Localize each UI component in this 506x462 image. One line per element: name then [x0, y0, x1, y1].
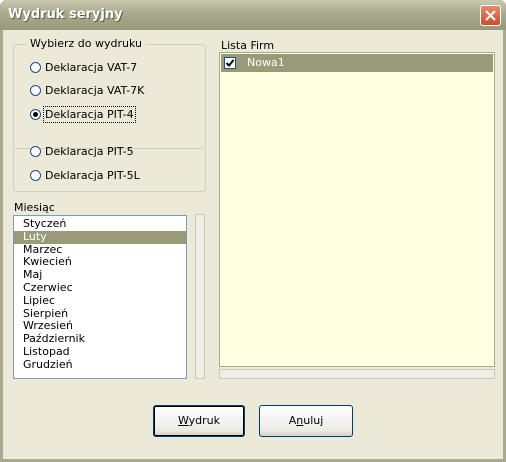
list-item[interactable]: Grudzień	[14, 358, 186, 372]
window-title: Wydruk seryjny	[8, 7, 123, 22]
list-item[interactable]: Czerwiec	[14, 281, 186, 295]
month-listbox[interactable]: Styczeń Luty Marzec Kwiecień Maj Czerwie…	[13, 215, 187, 379]
firm-listbox[interactable]: Nowa1	[219, 52, 495, 367]
dialog-body: Wybierz do wydruku Deklaracja VAT-7 Dekl…	[3, 30, 503, 459]
month-scrollbar[interactable]	[195, 214, 205, 379]
month-list: Styczeń Luty Marzec Kwiecień Maj Czerwie…	[14, 216, 186, 372]
radio-button-icon[interactable]	[30, 84, 41, 96]
checkbox-checked-icon[interactable]	[224, 57, 236, 69]
print-button[interactable]: Wydruk	[153, 405, 245, 437]
print-selection-group: Wybierz do wydruku Deklaracja VAT-7 Dekl…	[13, 37, 206, 192]
radio-vat7[interactable]: Deklaracja VAT-7	[30, 59, 137, 75]
month-label: Miesiąc	[14, 201, 55, 214]
radio-button-icon[interactable]	[30, 169, 41, 181]
radio-label: Deklaracja PIT-5	[45, 144, 134, 158]
radio-pit5l[interactable]: Deklaracja PIT-5L	[30, 167, 140, 183]
close-button[interactable]	[480, 5, 501, 26]
radio-label: Deklaracja VAT-7K	[45, 83, 145, 97]
radio-button-icon[interactable]	[30, 145, 41, 157]
close-icon	[485, 10, 496, 21]
cancel-button-label: uluj	[303, 414, 324, 427]
radio-button-checked-icon[interactable]	[30, 108, 41, 120]
firm-scrollbar[interactable]	[219, 369, 495, 379]
list-item[interactable]: Styczeń	[14, 217, 186, 231]
radio-pit5[interactable]: Deklaracja PIT-5	[30, 143, 134, 159]
firms-label: Lista Firm	[221, 39, 275, 52]
title-bar[interactable]: Wydruk seryjny	[0, 0, 506, 30]
radio-label: Deklaracja VAT-7	[45, 60, 138, 74]
list-item-selected[interactable]: Luty	[14, 230, 186, 244]
group-legend: Wybierz do wydruku	[26, 37, 146, 50]
list-item[interactable]: Listopad	[14, 345, 186, 359]
print-button-label: ydruk	[188, 414, 221, 427]
radio-vat7k[interactable]: Deklaracja VAT-7K	[30, 82, 144, 98]
radio-label: Deklaracja PIT-4	[43, 105, 136, 123]
firm-list-item[interactable]: Nowa1	[221, 54, 493, 72]
print-button-hotkey: W	[177, 414, 189, 427]
frame-left	[0, 30, 3, 462]
firm-name: Nowa1	[247, 56, 285, 69]
radio-pit4[interactable]: Deklaracja PIT-4	[30, 105, 136, 123]
cancel-button[interactable]: Anuluj	[259, 405, 353, 437]
dialog-window: Wydruk seryjny Wybierz do wydruku Deklar…	[0, 0, 506, 462]
radio-button-icon[interactable]	[30, 61, 41, 73]
radio-label: Deklaracja PIT-5L	[45, 168, 140, 182]
list-item[interactable]: Lipiec	[14, 294, 186, 308]
